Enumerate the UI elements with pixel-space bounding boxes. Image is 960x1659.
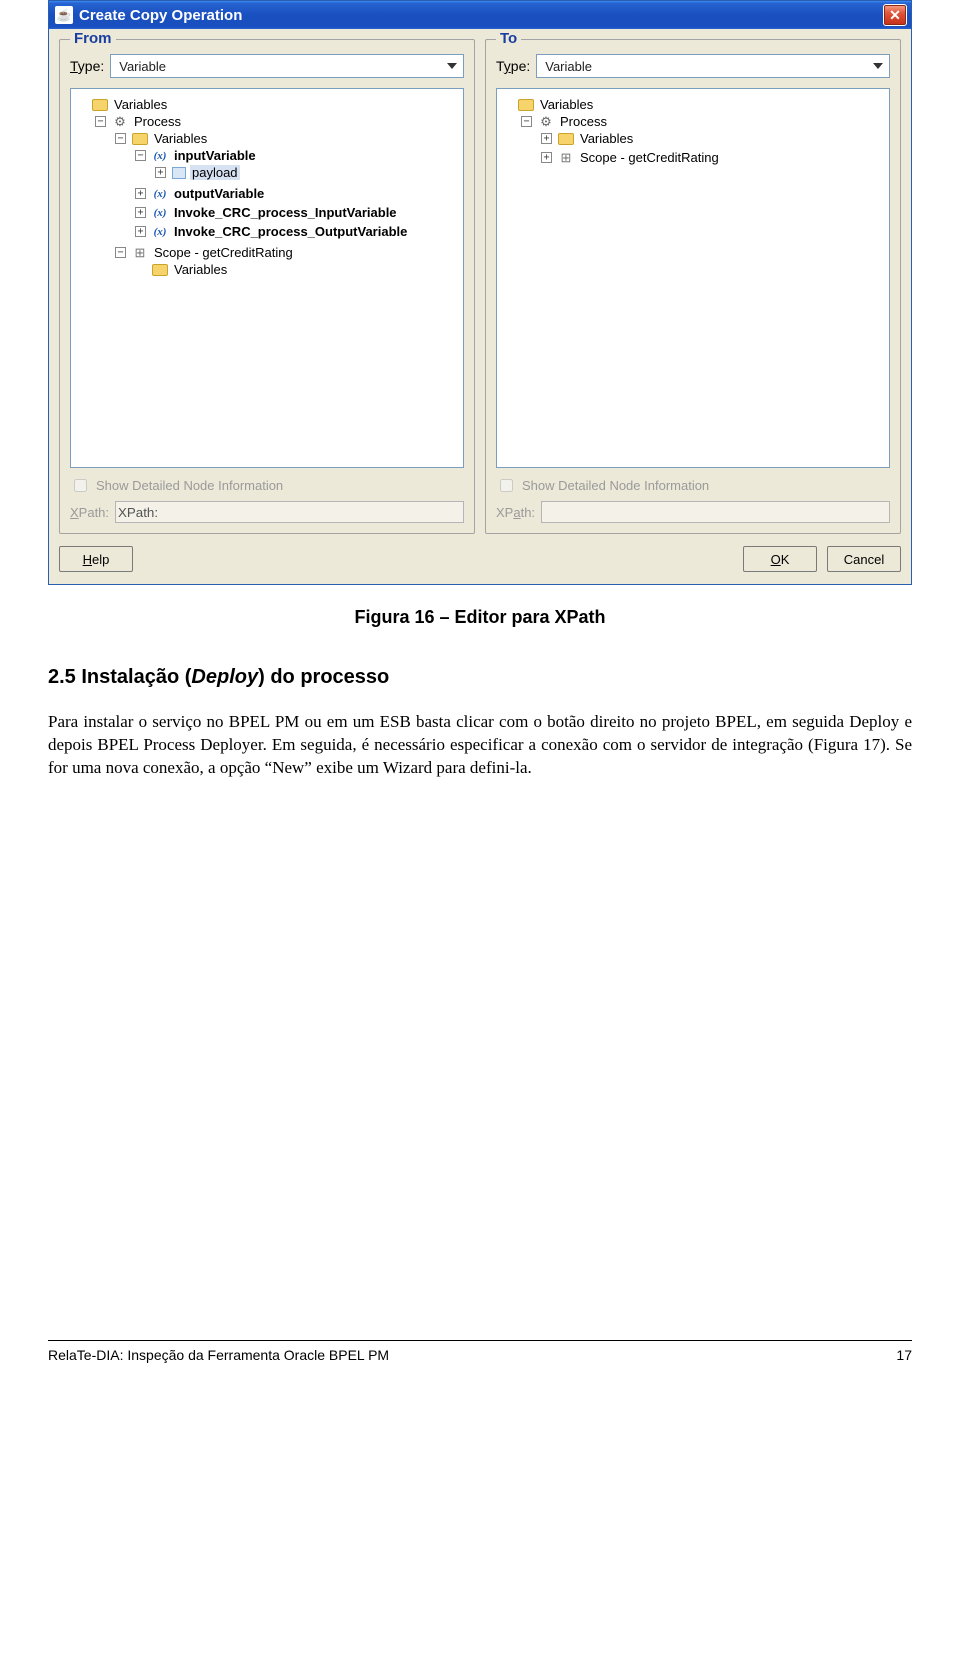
collapse-icon[interactable]: − xyxy=(521,116,532,127)
titlebar[interactable]: ☕ Create Copy Operation ✕ xyxy=(49,1,911,29)
help-button[interactable]: Help xyxy=(59,546,133,572)
folder-icon xyxy=(558,133,574,145)
to-xpath-input[interactable] xyxy=(541,501,890,523)
expand-icon[interactable]: + xyxy=(135,207,146,218)
to-show-detail-checkbox[interactable] xyxy=(500,479,513,492)
element-icon xyxy=(172,167,186,179)
tree-node-variables[interactable]: −Variables −inputVariable +payload xyxy=(115,129,459,243)
page-footer: RelaTe-DIA: Inspeção da Ferramenta Oracl… xyxy=(48,1340,912,1363)
body-paragraph: Para instalar o serviço no BPEL PM ou em… xyxy=(48,711,912,780)
expand-icon[interactable]: + xyxy=(541,133,552,144)
from-panel: From TType:ype: Variable Variables xyxy=(59,39,475,534)
tree-node-payload[interactable]: +payload xyxy=(155,163,459,182)
expand-icon[interactable]: + xyxy=(135,188,146,199)
tree-node-invoke-output[interactable]: +Invoke_CRC_process_OutputVariable xyxy=(135,222,459,241)
folder-icon xyxy=(92,99,108,111)
tree-node-inputvariable[interactable]: −inputVariable +payload xyxy=(135,146,459,184)
footer-page-number: 17 xyxy=(896,1347,912,1363)
tree-node-process[interactable]: −Process +Variables +Scope - getCreditRa… xyxy=(521,112,885,169)
to-type-value: Variable xyxy=(545,59,592,74)
folder-open-icon xyxy=(132,133,148,145)
ok-button[interactable]: OK xyxy=(743,546,817,572)
from-legend: From xyxy=(70,30,116,47)
from-tree[interactable]: Variables −Process −Variables xyxy=(70,88,464,468)
window-title: Create Copy Operation xyxy=(79,7,242,24)
gear-icon xyxy=(112,115,128,129)
section-heading: 2.5 Instalação (Deploy) do processo xyxy=(48,666,912,689)
from-xpath-label: XPath: xyxy=(70,505,109,520)
dialog-body: From TType:ype: Variable Variables xyxy=(49,29,911,584)
from-type-label: TType:ype: xyxy=(70,58,104,74)
app-icon: ☕ xyxy=(55,6,73,24)
tree-node-scope-vars[interactable]: Variables xyxy=(135,260,459,279)
tree-node-variables-root[interactable]: Variables −Process +Variables xyxy=(501,95,885,171)
collapse-icon[interactable]: − xyxy=(95,116,106,127)
expand-icon[interactable]: + xyxy=(541,152,552,163)
to-tree[interactable]: Variables −Process +Variables xyxy=(496,88,890,468)
variable-icon xyxy=(152,225,168,239)
chevron-down-icon xyxy=(873,63,883,69)
to-legend: To xyxy=(496,30,521,47)
variable-icon xyxy=(152,149,168,163)
tree-node-variables[interactable]: +Variables xyxy=(541,129,885,148)
collapse-icon[interactable]: − xyxy=(135,150,146,161)
figure-caption: Figura 16 – Editor para XPath xyxy=(48,607,912,628)
gear-icon xyxy=(538,115,554,129)
variable-icon xyxy=(152,187,168,201)
from-type-value: Variable xyxy=(119,59,166,74)
tree-node-outputvariable[interactable]: +outputVariable xyxy=(135,184,459,203)
to-type-label: Type: xyxy=(496,58,530,74)
scope-icon xyxy=(132,246,148,260)
variable-icon xyxy=(152,206,168,220)
expand-icon[interactable]: + xyxy=(135,226,146,237)
folder-icon xyxy=(152,264,168,276)
collapse-icon[interactable]: − xyxy=(115,247,126,258)
from-show-detail-label: Show Detailed Node Information xyxy=(96,478,283,493)
dialog-window: ☕ Create Copy Operation ✕ From TType:ype… xyxy=(48,0,912,585)
from-xpath-input[interactable] xyxy=(115,501,464,523)
collapse-icon[interactable]: − xyxy=(115,133,126,144)
expand-icon[interactable]: + xyxy=(155,167,166,178)
tree-node-invoke-input[interactable]: +Invoke_CRC_process_InputVariable xyxy=(135,203,459,222)
from-show-detail-checkbox[interactable] xyxy=(74,479,87,492)
tree-node-scope[interactable]: −Scope - getCreditRating Variables xyxy=(115,243,459,281)
to-type-select[interactable]: Variable xyxy=(536,54,890,78)
close-icon[interactable]: ✕ xyxy=(883,4,907,26)
tree-node-process[interactable]: −Process −Variables −inputVariable xyxy=(95,112,459,283)
to-show-detail-label: Show Detailed Node Information xyxy=(522,478,709,493)
cancel-button[interactable]: Cancel xyxy=(827,546,901,572)
from-type-select[interactable]: Variable xyxy=(110,54,464,78)
to-panel: To Type: Variable Variables xyxy=(485,39,901,534)
chevron-down-icon xyxy=(447,63,457,69)
folder-icon xyxy=(518,99,534,111)
footer-left: RelaTe-DIA: Inspeção da Ferramenta Oracl… xyxy=(48,1347,389,1363)
to-xpath-label: XPath: xyxy=(496,505,535,520)
tree-node-scope[interactable]: +Scope - getCreditRating xyxy=(541,148,885,167)
tree-node-variables-root[interactable]: Variables −Process −Variables xyxy=(75,95,459,285)
scope-icon xyxy=(558,151,574,165)
